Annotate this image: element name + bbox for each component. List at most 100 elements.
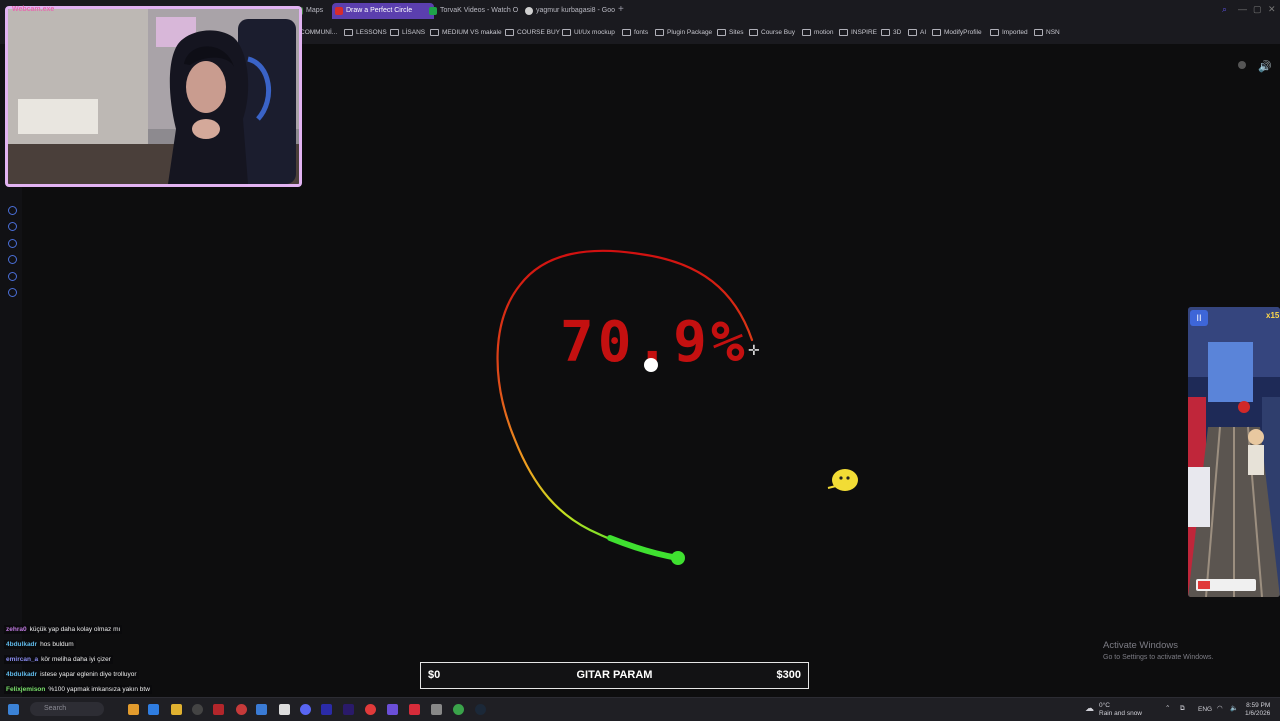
bookmark-motion[interactable]: motion bbox=[802, 22, 834, 44]
chat-message: emircan_a kör meliha daha iyi çizer bbox=[4, 655, 113, 664]
opera-gx-icon[interactable] bbox=[365, 704, 376, 715]
info-icon[interactable] bbox=[1238, 61, 1246, 69]
pause-button[interactable]: II bbox=[1190, 310, 1208, 326]
tab-label: yagmur kurbagasi8 - Goo bbox=[536, 7, 615, 14]
bookmark-course-buy-2[interactable]: Course Buy bbox=[749, 22, 795, 44]
bookmark-imported[interactable]: Imported bbox=[990, 22, 1028, 44]
bookmark-label: ModifyProfile bbox=[944, 29, 982, 36]
bookmark-label: COURSE BUY bbox=[517, 29, 560, 36]
volume-icon[interactable]: 🔈 bbox=[1230, 705, 1238, 713]
sidebar-history-icon[interactable] bbox=[8, 239, 17, 248]
weather-desc: Rain and snow bbox=[1099, 710, 1142, 717]
bookmark-ai[interactable]: AI bbox=[908, 22, 926, 44]
app-red-icon[interactable] bbox=[409, 704, 420, 715]
new-tab-button[interactable]: + bbox=[618, 4, 624, 15]
bookmark-label: Plugin Package bbox=[667, 29, 713, 36]
obs-icon[interactable] bbox=[192, 704, 203, 715]
tab-google-search[interactable]: yagmur kurbagasi8 - Goo bbox=[522, 3, 628, 19]
bookmark-modifyprofile[interactable]: ModifyProfile bbox=[932, 22, 982, 44]
donation-goal-bar: $0 GITAR PARAM $300 bbox=[420, 662, 809, 689]
sidebar-settings-icon[interactable] bbox=[8, 288, 17, 297]
emote-blob-icon bbox=[827, 469, 858, 491]
app-icon[interactable] bbox=[256, 704, 267, 715]
bookmark-label: UI/Ux mockup bbox=[574, 29, 615, 36]
bookmark-label: INSPIRE bbox=[851, 29, 878, 36]
clock-time: 8:59 PM bbox=[1246, 702, 1271, 709]
side-game-scene bbox=[1188, 307, 1280, 597]
weather-icon[interactable]: ☁ bbox=[1085, 704, 1094, 713]
bookmark-communi[interactable]: COMMUNİ... bbox=[300, 22, 337, 44]
after-effects-icon[interactable] bbox=[321, 704, 332, 715]
steam-icon[interactable] bbox=[475, 704, 486, 715]
chat-username: 4bdulkadr bbox=[6, 641, 38, 648]
bookmark-label: motion bbox=[814, 29, 834, 36]
score-multiplier: x15 bbox=[1266, 311, 1280, 320]
vpn-icon[interactable] bbox=[387, 704, 398, 715]
wifi-icon[interactable]: ◠ bbox=[1217, 705, 1223, 713]
bookmark-fonts[interactable]: fonts bbox=[622, 22, 648, 44]
tab-draw-perfect-circle[interactable]: Draw a Perfect Circle bbox=[332, 3, 434, 19]
goal-target-amount: $300 bbox=[776, 669, 801, 681]
bookmark-nsn[interactable]: NSN bbox=[1034, 22, 1060, 44]
weather-widget[interactable]: 0°C Rain and snow bbox=[1099, 702, 1142, 718]
folder-icon bbox=[990, 28, 999, 36]
opera-icon[interactable] bbox=[236, 704, 247, 715]
edge-icon[interactable] bbox=[148, 704, 159, 715]
premiere-icon[interactable] bbox=[343, 704, 354, 715]
tab-torvak-videos[interactable]: TorvaK Videos - Watch O bbox=[426, 3, 530, 19]
webcam-title: Webcam.exe bbox=[12, 6, 55, 13]
discord-icon[interactable] bbox=[300, 704, 311, 715]
bookmark-label: NSN bbox=[1046, 29, 1060, 36]
stream-chat: zehra0 küçük yap daha kolay olmaz mı 4bdu… bbox=[0, 622, 276, 698]
minimize-icon[interactable]: — bbox=[1238, 4, 1247, 14]
clock[interactable]: 8:59 PM 1/6/2026 bbox=[1245, 702, 1270, 718]
sidebar-heart-icon[interactable] bbox=[8, 222, 17, 231]
folder-icon bbox=[562, 28, 571, 36]
bookmark-ui-ux[interactable]: UI/Ux mockup bbox=[562, 22, 615, 44]
bookmark-lisans[interactable]: LİSANS bbox=[390, 22, 425, 44]
speaker-icon[interactable]: 🔊 bbox=[1258, 60, 1272, 73]
start-icon[interactable] bbox=[8, 704, 19, 715]
file-explorer-icon[interactable] bbox=[128, 704, 139, 715]
maximize-icon[interactable]: ▢ bbox=[1253, 4, 1262, 15]
chat-message: Felixjemison %100 yapmak imkansıza yakın … bbox=[4, 685, 152, 694]
bookmark-lessons[interactable]: LESSONS bbox=[344, 22, 387, 44]
sidebar-download-icon[interactable] bbox=[8, 255, 17, 264]
chat-message: 4bdulkadr hos buldum bbox=[4, 640, 76, 649]
illustrator-icon[interactable] bbox=[213, 704, 224, 715]
language-indicator[interactable]: ENG bbox=[1198, 706, 1212, 714]
folder-icon bbox=[505, 28, 514, 36]
bookmark-medium[interactable]: MEDIUM VS makale bbox=[430, 22, 502, 44]
bookmark-label: fonts bbox=[634, 29, 649, 36]
folder-icon[interactable] bbox=[171, 704, 182, 715]
bookmark-sites[interactable]: Sites bbox=[717, 22, 743, 44]
document-icon[interactable] bbox=[279, 704, 290, 715]
chat-text: %100 yapmak imkansıza yakın btw bbox=[48, 686, 150, 693]
chevron-up-icon[interactable]: ⌃ bbox=[1165, 705, 1170, 713]
bookmark-inspire[interactable]: INSPIRE bbox=[839, 22, 877, 44]
folder-icon bbox=[655, 28, 664, 36]
green-app-icon[interactable] bbox=[453, 704, 464, 715]
webcam-overlay bbox=[5, 6, 302, 187]
sidebar-chat-icon[interactable] bbox=[8, 272, 17, 281]
taskbar-search[interactable]: Search bbox=[30, 702, 104, 716]
chat-username: 4bdulkadr bbox=[6, 671, 38, 678]
bookmark-label: AI bbox=[920, 29, 927, 36]
search-tabs-icon[interactable]: ⌕ bbox=[1222, 4, 1227, 15]
sidebar-home-icon[interactable] bbox=[8, 206, 17, 215]
bookmark-label: MEDIUM VS makale bbox=[442, 29, 502, 36]
bookmark-3d[interactable]: 3D bbox=[881, 22, 901, 44]
network-icon[interactable]: ⧉ bbox=[1180, 705, 1185, 713]
bookmark-label: 3D bbox=[893, 29, 902, 36]
chat-text: hos buldum bbox=[40, 641, 74, 648]
bookmark-label: Sites bbox=[729, 29, 744, 36]
goal-title: GITAR PARAM bbox=[576, 669, 653, 681]
close-icon[interactable]: ✕ bbox=[1268, 4, 1276, 15]
activate-windows-watermark: Activate Windows Go to Settings to activ… bbox=[1103, 640, 1214, 664]
bookmark-label: Imported bbox=[1002, 29, 1028, 36]
side-game-panel bbox=[1188, 307, 1280, 597]
folder-icon bbox=[430, 28, 439, 36]
bookmark-plugin-package[interactable]: Plugin Package bbox=[655, 22, 712, 44]
bookmark-course-buy[interactable]: COURSE BUY bbox=[505, 22, 560, 44]
notes-icon[interactable] bbox=[431, 704, 442, 715]
